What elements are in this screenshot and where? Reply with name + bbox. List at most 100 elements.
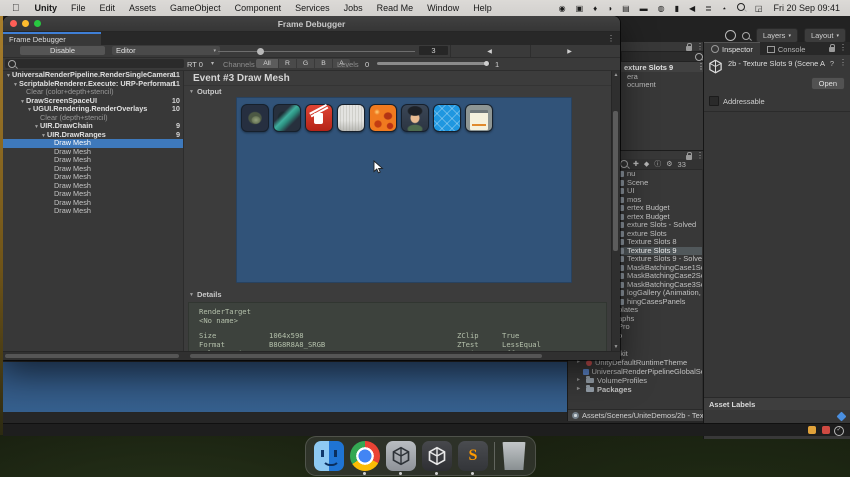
action-character-texture-thumb[interactable] xyxy=(273,104,301,132)
tree-row[interactable]: Draw Mesh xyxy=(3,156,183,165)
menu-services[interactable]: Services xyxy=(288,3,337,13)
notification-icon[interactable] xyxy=(808,426,816,434)
control-center-icon[interactable]: ◲ xyxy=(750,4,768,13)
panel-menu-icon[interactable]: ⋮ xyxy=(839,44,847,52)
tree-row[interactable]: Draw Mesh xyxy=(3,199,183,208)
rt-dropdown[interactable]: RT 0 xyxy=(187,60,203,69)
tree-row[interactable]: ▼ScriptableRenderer.Execute: URP-Perform… xyxy=(3,80,183,89)
close-button[interactable] xyxy=(10,20,17,27)
project-breadcrumb[interactable]: Assets/Scenes/UniteDemos/2b - Texture xyxy=(568,409,707,421)
vertical-scrollbar[interactable]: ▲ ▼ xyxy=(611,71,620,351)
lock-icon[interactable] xyxy=(686,43,692,51)
menu-extra-icon[interactable]: ▬ xyxy=(635,4,653,13)
tree-row[interactable]: ▼UIR.DrawChain 9 xyxy=(3,122,183,131)
bluetooth-icon[interactable]: ⋆ xyxy=(717,4,732,13)
battery-icon[interactable]: ▮ xyxy=(670,4,684,13)
blue-diamond-texture-thumb[interactable] xyxy=(433,104,461,132)
details-foldout[interactable]: ▼ Details xyxy=(184,289,611,300)
project-folder-row[interactable]: ▸ VolumeProfiles xyxy=(568,376,707,385)
menu-clock[interactable]: Fri 20 Sep 09:41 xyxy=(767,3,850,13)
keyboard-icon[interactable]: ▤ xyxy=(617,4,635,13)
channel-r-button[interactable]: R xyxy=(279,59,296,68)
tree-row[interactable]: Draw Mesh xyxy=(3,207,183,216)
scrollbar-thumb[interactable] xyxy=(190,354,542,358)
globe-icon[interactable]: ◍ xyxy=(653,4,670,13)
menu-readme[interactable]: Read Me xyxy=(370,3,421,13)
menu-gameobject[interactable]: GameObject xyxy=(163,3,228,13)
wifi-icon[interactable]: ≣ xyxy=(700,4,717,13)
project-folder-row[interactable]: UniversalRenderPipelineGlobalSet xyxy=(568,367,707,376)
unity-editor-dock-icon[interactable] xyxy=(422,441,452,475)
lock-icon[interactable] xyxy=(829,44,835,52)
chrome-dock-icon[interactable] xyxy=(350,441,380,475)
display-icon[interactable]: ▣ xyxy=(571,4,589,13)
delete-brush-texture-thumb[interactable] xyxy=(305,104,333,132)
menu-extra-icon[interactable]: ◉ xyxy=(554,4,571,13)
tree-row[interactable]: Draw Mesh xyxy=(3,190,183,199)
output-foldout[interactable]: ▼ Output xyxy=(184,86,611,97)
minimize-button[interactable] xyxy=(22,20,29,27)
menu-extra-icon[interactable]: ♦ xyxy=(588,4,602,13)
zoom-button[interactable] xyxy=(34,20,41,27)
lava-texture-thumb[interactable] xyxy=(369,104,397,132)
tree-row[interactable]: ▼UGUI.Rendering.RenderOverlays 10 xyxy=(3,105,183,114)
frame-number-field[interactable]: 3 xyxy=(419,46,448,55)
tree-row[interactable]: Clear (depth+stencil) xyxy=(3,114,183,123)
scrollbar-thumb[interactable] xyxy=(613,111,618,251)
open-button[interactable]: Open xyxy=(810,77,845,90)
tab-frame-debugger[interactable]: Frame Debugger xyxy=(3,32,101,45)
panel-menu-icon[interactable]: ⋮ xyxy=(607,35,615,43)
render-target-preview[interactable] xyxy=(236,97,572,283)
slider-handle[interactable] xyxy=(257,48,264,55)
info-icon[interactable]: ⓘ xyxy=(654,161,661,168)
filter-type-icon[interactable]: ✚ xyxy=(633,161,639,168)
trash-dock-icon[interactable] xyxy=(502,442,526,470)
search-icon[interactable] xyxy=(620,160,628,168)
settings-icon[interactable]: ⚙ xyxy=(666,161,672,168)
asset-labels-header[interactable]: Asset Labels xyxy=(704,397,850,410)
portrait-texture-thumb[interactable] xyxy=(401,104,429,132)
lock-icon[interactable] xyxy=(686,152,692,160)
next-frame-button[interactable]: ▶ xyxy=(530,45,608,57)
tree-row[interactable]: Draw Mesh xyxy=(3,148,183,157)
label-icon[interactable]: ◆ xyxy=(644,161,649,168)
scroll-up-icon[interactable]: ▲ xyxy=(613,72,619,78)
hierarchy-search[interactable] xyxy=(621,51,707,62)
tab-inspector[interactable]: Inspector xyxy=(704,42,760,55)
menu-help[interactable]: Help xyxy=(466,3,499,13)
error-icon[interactable] xyxy=(822,426,830,434)
horizontal-scrollbar[interactable] xyxy=(3,351,620,360)
tab-console[interactable]: Console xyxy=(760,43,813,55)
finder-dock-icon[interactable] xyxy=(314,441,344,471)
tree-row[interactable]: Draw Mesh xyxy=(3,165,183,174)
sublime-text-dock-icon[interactable]: S xyxy=(458,441,488,475)
scroll-down-icon[interactable]: ▼ xyxy=(613,344,619,350)
menu-component[interactable]: Component xyxy=(228,3,289,13)
levels-handle[interactable] xyxy=(484,61,489,66)
tree-row-selected[interactable]: Draw Mesh xyxy=(3,139,183,148)
layout-dropdown[interactable]: Layout ▾ xyxy=(803,28,846,43)
menu-window[interactable]: Window xyxy=(420,3,466,13)
tree-row[interactable]: Draw Mesh xyxy=(3,182,183,191)
asset-menu-icon[interactable]: ⋮ xyxy=(839,59,847,74)
account-icon[interactable] xyxy=(724,30,736,41)
moon-icon[interactable]: ◑ xyxy=(602,4,617,13)
tree-row[interactable]: Clear (color+depth+stencil) xyxy=(3,88,183,97)
levels-slider[interactable] xyxy=(377,61,490,66)
window-titlebar[interactable]: Frame Debugger xyxy=(3,16,620,32)
layers-dropdown[interactable]: Layers ▾ xyxy=(755,28,798,43)
hierarchy-item[interactable]: era xyxy=(621,72,707,81)
volume-icon[interactable]: ◀ xyxy=(684,4,700,13)
addressable-checkbox[interactable] xyxy=(709,96,719,106)
tree-row[interactable]: Draw Mesh xyxy=(3,173,183,182)
project-folder-row[interactable]: ▸ Packages xyxy=(568,385,707,394)
tree-row[interactable]: ▼UIR.DrawRanges 9 xyxy=(3,131,183,140)
card-texture-thumb[interactable] xyxy=(465,104,493,132)
menu-file[interactable]: File xyxy=(64,3,93,13)
menu-unity[interactable]: Unity xyxy=(28,3,65,13)
paper-texture-thumb[interactable] xyxy=(337,104,365,132)
frame-slider[interactable] xyxy=(218,48,415,55)
channel-all-button[interactable]: All xyxy=(256,59,278,68)
tree-row[interactable]: ▼DrawScreenSpaceUI 10 xyxy=(3,97,183,106)
menu-edit[interactable]: Edit xyxy=(93,3,123,13)
